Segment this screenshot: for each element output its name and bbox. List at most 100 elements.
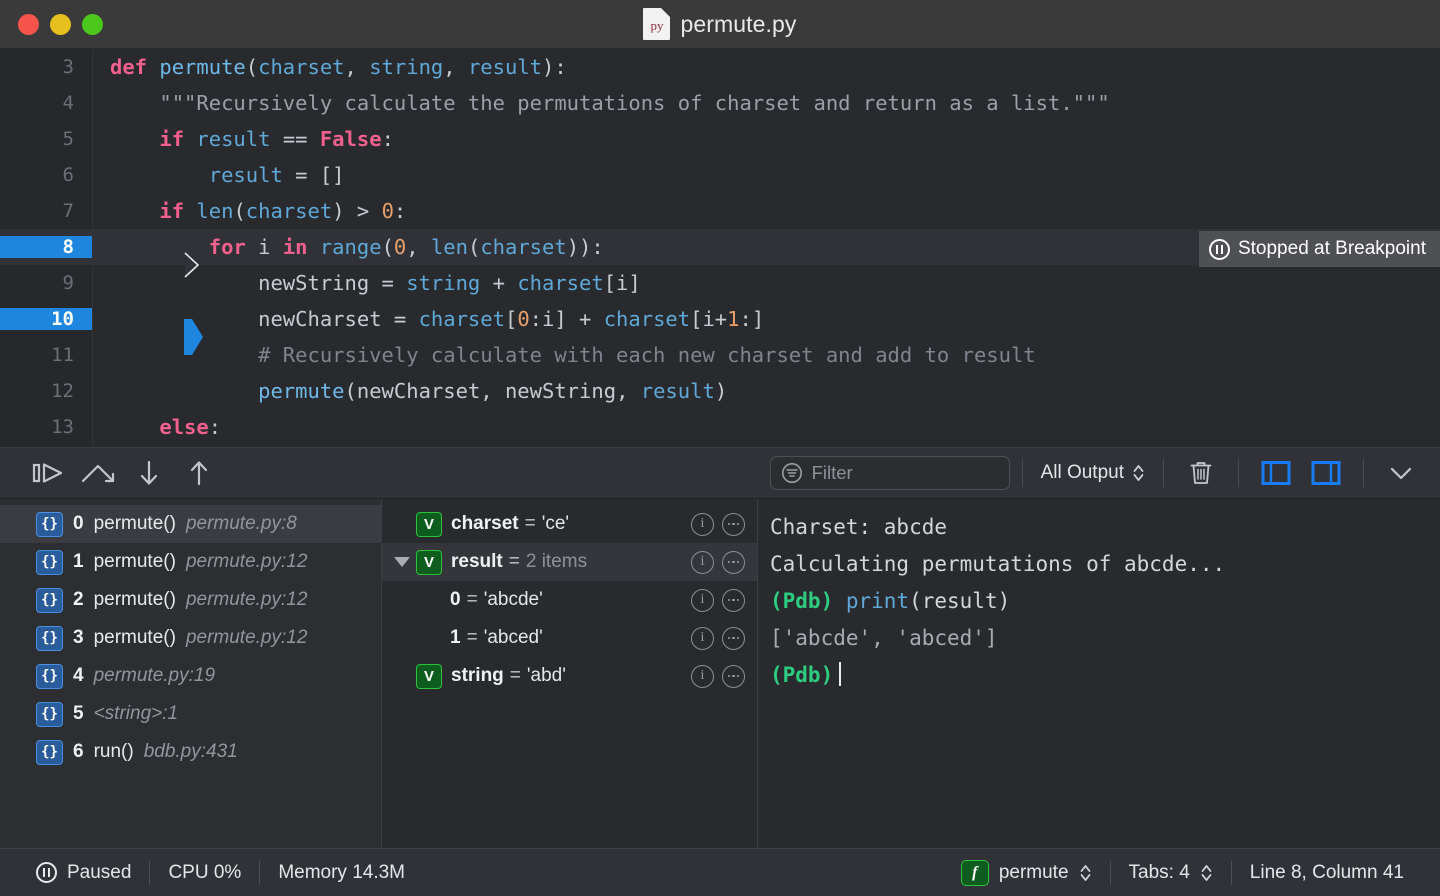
line-number[interactable]: 9	[0, 272, 92, 294]
variable-name: charset	[451, 513, 519, 535]
disclosure-spacer	[388, 657, 416, 695]
call-stack-row[interactable]: {}6run()bdb.py:431	[0, 733, 381, 771]
stack-frame-index: 3	[73, 627, 84, 649]
step-out-button[interactable]	[174, 453, 224, 493]
function-selector[interactable]: f permute	[943, 860, 1110, 886]
line-number[interactable]: 13	[0, 416, 92, 438]
more-options-icon[interactable]	[722, 627, 745, 650]
pause-icon	[1209, 239, 1230, 260]
variable-row[interactable]: 0='abcde'i	[382, 581, 757, 619]
output-filter-dropdown[interactable]: All Output	[1035, 456, 1151, 490]
console-text: (Pdb)	[770, 663, 833, 687]
line-number[interactable]: 11	[0, 344, 92, 366]
call-stack-row[interactable]: {}1permute()permute.py:12	[0, 543, 381, 581]
line-number[interactable]: 10	[0, 308, 92, 330]
code-line[interactable]: 11 # Recursively calculate with each new…	[0, 337, 1440, 373]
code-line[interactable]: 4 """Recursively calculate the permutati…	[0, 85, 1440, 121]
call-stack-row[interactable]: {}3permute()permute.py:12	[0, 619, 381, 657]
code-line[interactable]: 10 newCharset = charset[0:i] + charset[i…	[0, 301, 1440, 337]
step-out-icon	[186, 459, 212, 487]
variable-row-actions: i	[691, 627, 751, 650]
more-options-icon[interactable]	[722, 551, 745, 574]
code-line[interactable]: 9 newString = string + charset[i]	[0, 265, 1440, 301]
more-options-icon[interactable]	[722, 589, 745, 612]
console-text	[833, 589, 846, 613]
console-text: (Pdb)	[770, 589, 833, 613]
breakpoint-badge-label: Stopped at Breakpoint	[1238, 238, 1426, 260]
code-line-text: # Recursively calculate with each new ch…	[110, 343, 1440, 367]
code-editor[interactable]: 3def permute(charset, string, result):4 …	[0, 49, 1440, 447]
disclosure-triangle-icon[interactable]	[388, 543, 416, 581]
code-line[interactable]: 6 result = []	[0, 157, 1440, 193]
disclosure-spacer	[388, 505, 416, 543]
code-line[interactable]: 13 else:	[0, 409, 1440, 445]
line-number[interactable]: 8	[0, 236, 92, 258]
collapse-panel-button[interactable]	[1376, 453, 1426, 493]
toggle-left-panel-button[interactable]	[1251, 453, 1301, 493]
continue-button[interactable]	[24, 453, 74, 493]
code-line-text: newCharset = charset[0:i] + charset[i+1:…	[110, 307, 1440, 331]
variables-panel[interactable]: Vcharset='ce'iVresult=2 itemsi0='abcde'i…	[382, 499, 758, 848]
variable-equals: =	[509, 551, 520, 573]
call-stack-panel[interactable]: {}0permute()permute.py:8{}1permute()perm…	[0, 499, 382, 848]
cursor-position: Line 8, Column 41	[1232, 862, 1422, 884]
toggle-right-panel-button[interactable]	[1301, 453, 1351, 493]
more-options-icon[interactable]	[722, 513, 745, 536]
step-over-icon	[80, 460, 118, 486]
toolbar-divider-1	[1022, 459, 1023, 487]
minimize-button[interactable]	[50, 14, 71, 35]
call-stack-row[interactable]: {}5<string>:1	[0, 695, 381, 733]
info-icon[interactable]: i	[691, 665, 714, 688]
filter-input[interactable]: Filter	[770, 456, 1010, 490]
stack-frame-function: permute()	[94, 551, 176, 573]
line-number[interactable]: 5	[0, 128, 92, 150]
step-over-button[interactable]	[74, 453, 124, 493]
console-output-panel[interactable]: Charset: abcde Calculating permutations o…	[758, 499, 1440, 848]
stack-frame-icon: {}	[36, 550, 63, 575]
info-icon[interactable]: i	[691, 513, 714, 536]
pause-icon	[36, 862, 57, 883]
line-number[interactable]: 4	[0, 92, 92, 114]
stack-frame-icon: {}	[36, 512, 63, 537]
console-text: Charset: abcde	[770, 515, 947, 539]
info-icon[interactable]: i	[691, 551, 714, 574]
close-button[interactable]	[18, 14, 39, 35]
clear-console-button[interactable]	[1176, 453, 1226, 493]
variable-row[interactable]: 1='abced'i	[382, 619, 757, 657]
code-line[interactable]: 5 if result == False:	[0, 121, 1440, 157]
right-panel-toggle-icon	[1311, 460, 1341, 486]
tabs-selector[interactable]: Tabs: 4	[1111, 862, 1231, 884]
disclosure-spacer	[388, 581, 416, 619]
trash-icon	[1188, 459, 1214, 487]
line-number[interactable]: 6	[0, 164, 92, 186]
stack-frame-location: permute.py:12	[186, 551, 307, 573]
call-stack-row[interactable]: {}0permute()permute.py:8	[0, 505, 381, 543]
filter-icon	[781, 462, 803, 484]
line-number[interactable]: 3	[0, 56, 92, 78]
variable-row[interactable]: Vcharset='ce'i	[382, 505, 757, 543]
step-into-button[interactable]	[124, 453, 174, 493]
stack-frame-location: permute.py:12	[186, 589, 307, 611]
variable-row[interactable]: Vstring='abd'i	[382, 657, 757, 695]
console-text: ['abcde', 'abced']	[770, 626, 998, 650]
call-stack-row[interactable]: {}4permute.py:19	[0, 657, 381, 695]
code-line[interactable]: 7 if len(charset) > 0:	[0, 193, 1440, 229]
line-number[interactable]: 12	[0, 380, 92, 402]
code-line[interactable]: 12 permute(newCharset, newString, result…	[0, 373, 1440, 409]
window-controls	[18, 0, 103, 48]
code-line[interactable]: 3def permute(charset, string, result):	[0, 49, 1440, 85]
variable-name: string	[451, 665, 504, 687]
zoom-button[interactable]	[82, 14, 103, 35]
console-line: Calculating permutations of abcde...	[770, 546, 1440, 583]
line-number[interactable]: 7	[0, 200, 92, 222]
more-options-icon[interactable]	[722, 665, 745, 688]
info-icon[interactable]: i	[691, 589, 714, 612]
stack-frame-icon: {}	[36, 702, 63, 727]
variable-value: 'abd'	[527, 665, 566, 687]
console-line: ['abcde', 'abced']	[770, 620, 1440, 657]
variable-row[interactable]: Vresult=2 itemsi	[382, 543, 757, 581]
stack-frame-location: bdb.py:431	[144, 741, 238, 763]
info-icon[interactable]: i	[691, 627, 714, 650]
call-stack-row[interactable]: {}2permute()permute.py:12	[0, 581, 381, 619]
console-text: print	[846, 589, 909, 613]
